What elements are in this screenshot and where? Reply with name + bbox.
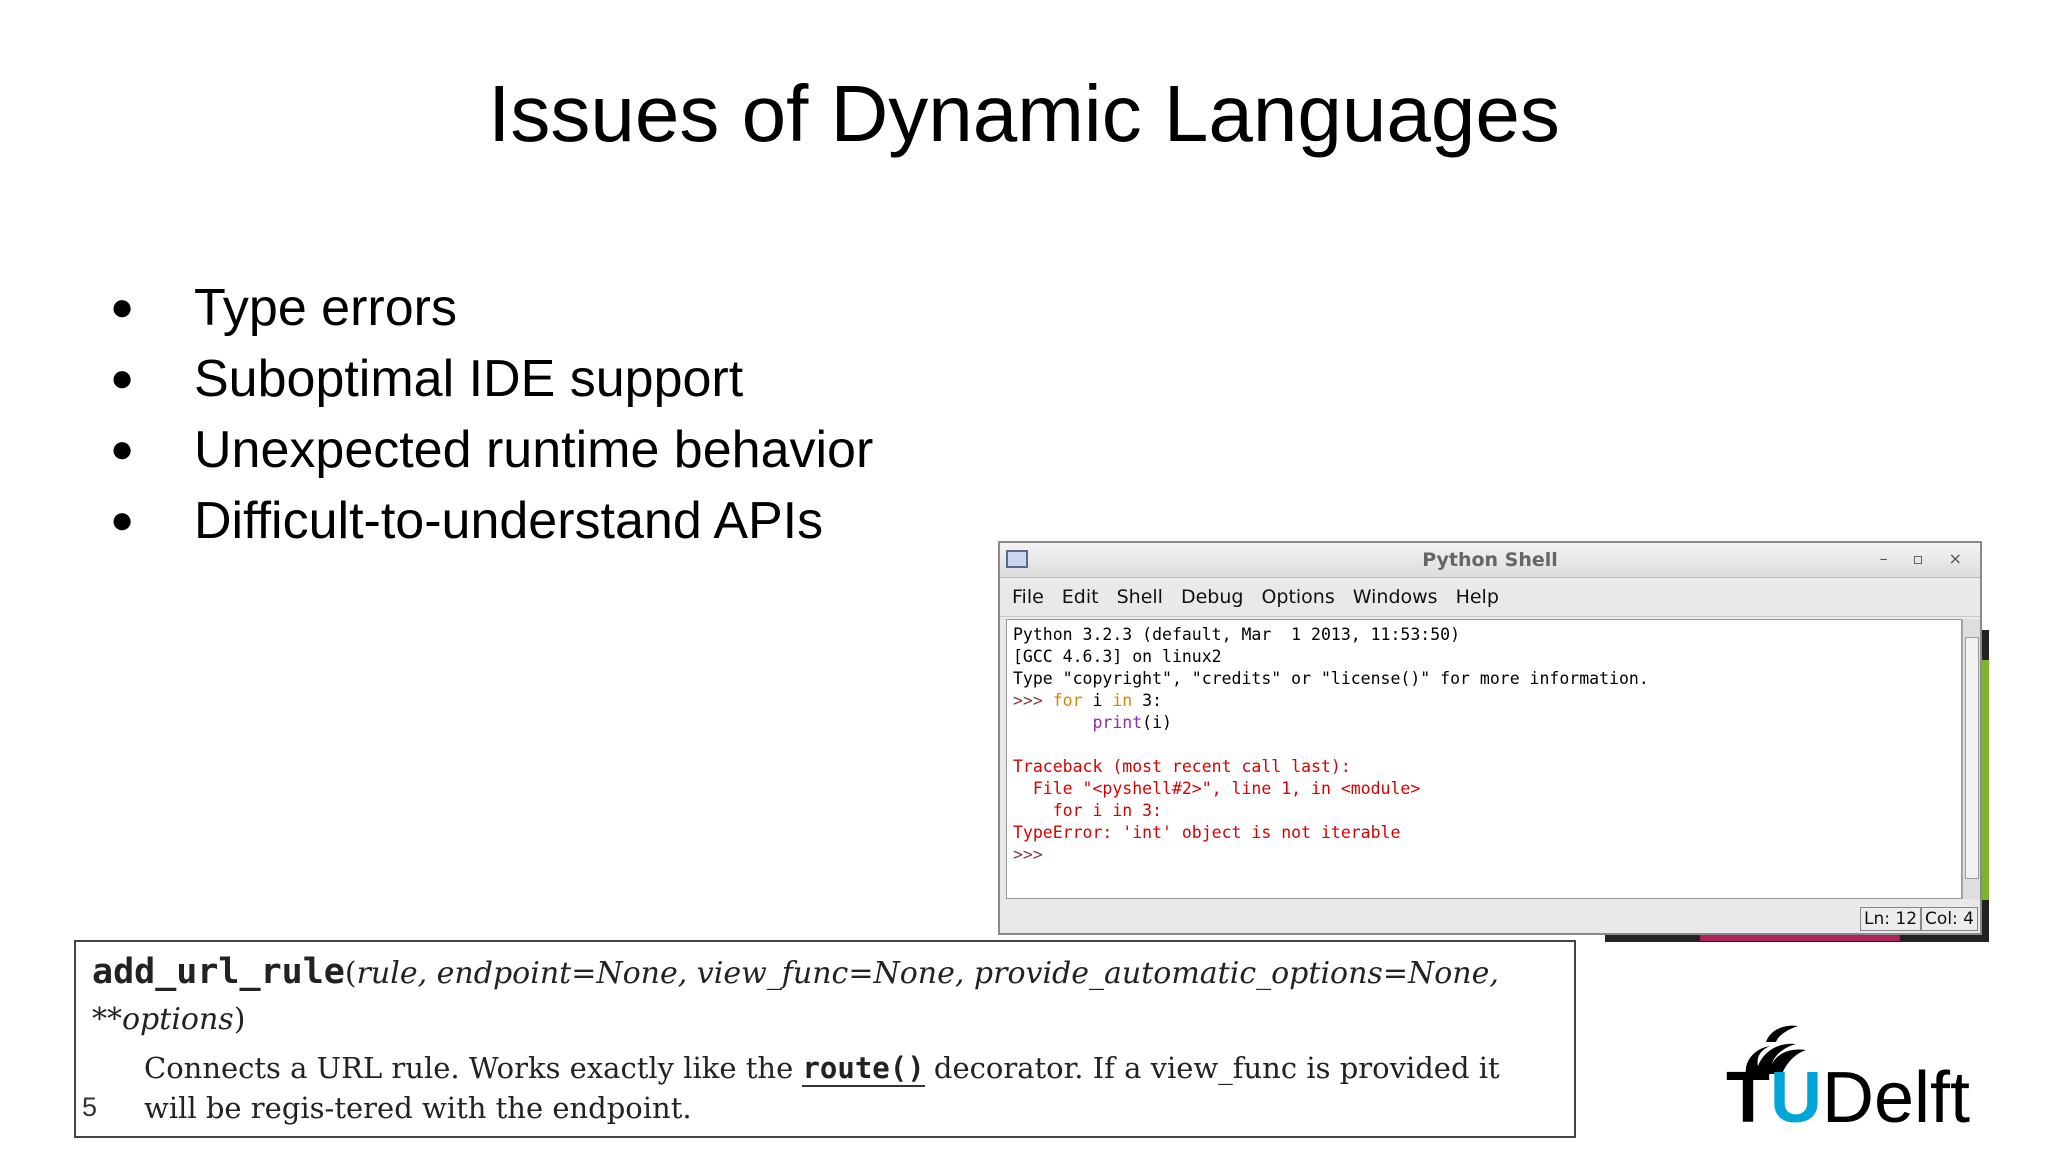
window-title: Python Shell xyxy=(1422,549,1558,571)
api-doc-box: add_url_rule(rule, endpoint=None, view_f… xyxy=(74,940,1576,1138)
bullet-list: ● Type errors ● Suboptimal IDE support ● Un… xyxy=(110,272,873,556)
bullet-item: ● Difficult-to-understand APIs xyxy=(110,485,873,556)
menu-debug[interactable]: Debug xyxy=(1181,586,1243,608)
keyword-for: for xyxy=(1052,691,1083,710)
builtin-print: print xyxy=(1092,713,1143,732)
console-text: (i) xyxy=(1142,713,1172,732)
menu-shell[interactable]: Shell xyxy=(1117,586,1163,608)
api-signature: add_url_rule(rule, endpoint=None, view_f… xyxy=(92,952,1499,992)
bullet-text: Unexpected runtime behavior xyxy=(194,420,874,479)
tu-delft-logo: TUDelft xyxy=(1726,1062,1970,1134)
console-line: Python 3.2.3 (default, Mar 1 2013, 11:53… xyxy=(1013,625,1461,644)
console-prompt: >>> xyxy=(1013,691,1053,710)
logo-delft: Delft xyxy=(1821,1058,1971,1138)
api-open-paren: ( xyxy=(344,956,357,991)
console-indent xyxy=(1013,713,1092,732)
slide-title: Issues of Dynamic Languages xyxy=(488,69,1560,158)
window-titlebar[interactable]: Python Shell – ▫ × xyxy=(1000,543,1980,578)
bullet-item: ● Type errors xyxy=(110,272,873,343)
menu-file[interactable]: File xyxy=(1012,586,1044,608)
console-line: [GCC 4.6.3] on linux2 xyxy=(1013,647,1222,666)
error-line: for i in 3: xyxy=(1013,801,1163,820)
scroll-thumb[interactable] xyxy=(1965,637,1979,879)
menu-help[interactable]: Help xyxy=(1456,586,1499,608)
api-description: Connects a URL rule. Works exactly like … xyxy=(144,1048,1544,1128)
menu-windows[interactable]: Windows xyxy=(1353,586,1438,608)
bullet-text: Type errors xyxy=(194,278,457,337)
python-shell-window: Python Shell – ▫ × File Edit Shell Debug… xyxy=(998,541,1982,935)
bullet-dot: ● xyxy=(110,498,135,542)
console-prompt: >>> xyxy=(1013,845,1043,864)
shell-console[interactable]: Python 3.2.3 (default, Mar 1 2013, 11:53… xyxy=(1006,619,1962,899)
bullet-text: Suboptimal IDE support xyxy=(194,349,744,408)
menu-bar: File Edit Shell Debug Options Windows He… xyxy=(1000,578,1980,617)
api-close-paren: ) xyxy=(233,1002,246,1037)
bullet-item: ● Unexpected runtime behavior xyxy=(110,414,873,485)
api-function-name: add_url_rule xyxy=(92,952,345,992)
api-arguments: rule, endpoint=None, view_func=None, pro… xyxy=(356,956,1499,991)
api-signature-continued: **options) xyxy=(92,1002,245,1037)
bullet-dot: ● xyxy=(110,427,135,471)
status-line: Ln: 12 xyxy=(1860,907,1922,931)
error-line: File "<pyshell#2>", line 1, in <module> xyxy=(1013,779,1421,798)
console-text: i xyxy=(1082,691,1113,710)
error-line: TypeError: 'int' object is not iterable xyxy=(1013,823,1401,842)
console-text: 3: xyxy=(1132,691,1163,710)
bullet-dot: ● xyxy=(110,285,135,329)
logo-u: U xyxy=(1769,1058,1822,1138)
menu-edit[interactable]: Edit xyxy=(1062,586,1099,608)
logo-t: T xyxy=(1726,1058,1770,1138)
window-controls[interactable]: – ▫ × xyxy=(1880,549,1972,568)
api-desc-text: Connects a URL rule. Works exactly like … xyxy=(144,1051,803,1085)
menu-options[interactable]: Options xyxy=(1261,586,1334,608)
page-number: 5 xyxy=(82,1092,98,1122)
error-line: Traceback (most recent call last): xyxy=(1013,757,1351,776)
keyword-in: in xyxy=(1112,691,1133,710)
status-column: Col: 4 xyxy=(1921,907,1978,931)
api-kwargs: **options xyxy=(92,1002,234,1037)
console-scrollbar[interactable] xyxy=(1962,619,1980,899)
console-line: Type "copyright", "credits" or "license(… xyxy=(1013,669,1649,688)
bullet-item: ● Suboptimal IDE support xyxy=(110,343,873,414)
status-bar: Ln: 12 Col: 4 xyxy=(1860,907,1978,931)
bullet-text: Difficult-to-understand APIs xyxy=(194,491,824,550)
route-link[interactable]: route() xyxy=(802,1051,925,1087)
bullet-dot: ● xyxy=(110,356,135,400)
